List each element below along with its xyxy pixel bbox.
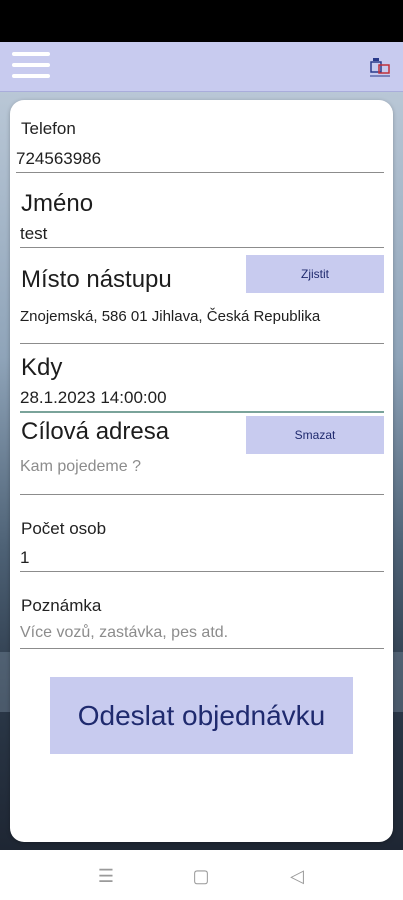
phone-label: Telefon <box>21 119 76 138</box>
persons-label: Počet osob <box>21 519 107 538</box>
recent-apps-icon[interactable]: ☰ <box>94 864 118 888</box>
order-form-card: Telefon 724563986 Jméno test Místo nástu… <box>10 100 393 842</box>
when-label: Kdy <box>21 354 63 381</box>
name-underline <box>20 247 384 248</box>
app-bar <box>0 42 403 92</box>
pickup-underline <box>20 343 384 344</box>
when-field[interactable]: 28.1.2023 14:00:00 <box>20 388 167 408</box>
clear-destination-button[interactable]: Smazat <box>246 416 384 454</box>
name-field[interactable]: test <box>20 224 47 244</box>
pickup-label: Místo nástupu <box>21 266 172 293</box>
note-underline <box>20 648 384 649</box>
find-location-button[interactable]: Zjistit <box>246 255 384 293</box>
app-logo-icon[interactable] <box>367 54 393 80</box>
when-underline <box>20 411 384 413</box>
home-icon[interactable]: ▢ <box>189 864 213 888</box>
note-field[interactable]: Více vozů, zastávka, pes atd. <box>20 624 228 642</box>
persons-field[interactable]: 1 <box>20 548 29 568</box>
pickup-field[interactable]: Znojemská, 586 01 Jihlava, Česká Republi… <box>20 308 320 325</box>
destination-underline <box>20 494 384 495</box>
system-nav-bar: ☰ ▢ ◁ <box>0 850 403 900</box>
submit-order-button[interactable]: Odeslat objednávku <box>50 677 353 754</box>
phone-underline <box>16 172 384 173</box>
persons-underline <box>20 571 384 572</box>
note-label: Poznámka <box>21 596 102 615</box>
destination-label: Cílová adresa <box>21 418 170 445</box>
status-bar <box>0 0 403 42</box>
hamburger-menu-icon[interactable] <box>12 52 50 82</box>
back-icon[interactable]: ◁ <box>285 864 309 888</box>
phone-field[interactable]: 724563986 <box>16 149 101 169</box>
name-label: Jméno <box>21 190 94 217</box>
destination-field[interactable]: Kam pojedeme ? <box>20 458 141 476</box>
